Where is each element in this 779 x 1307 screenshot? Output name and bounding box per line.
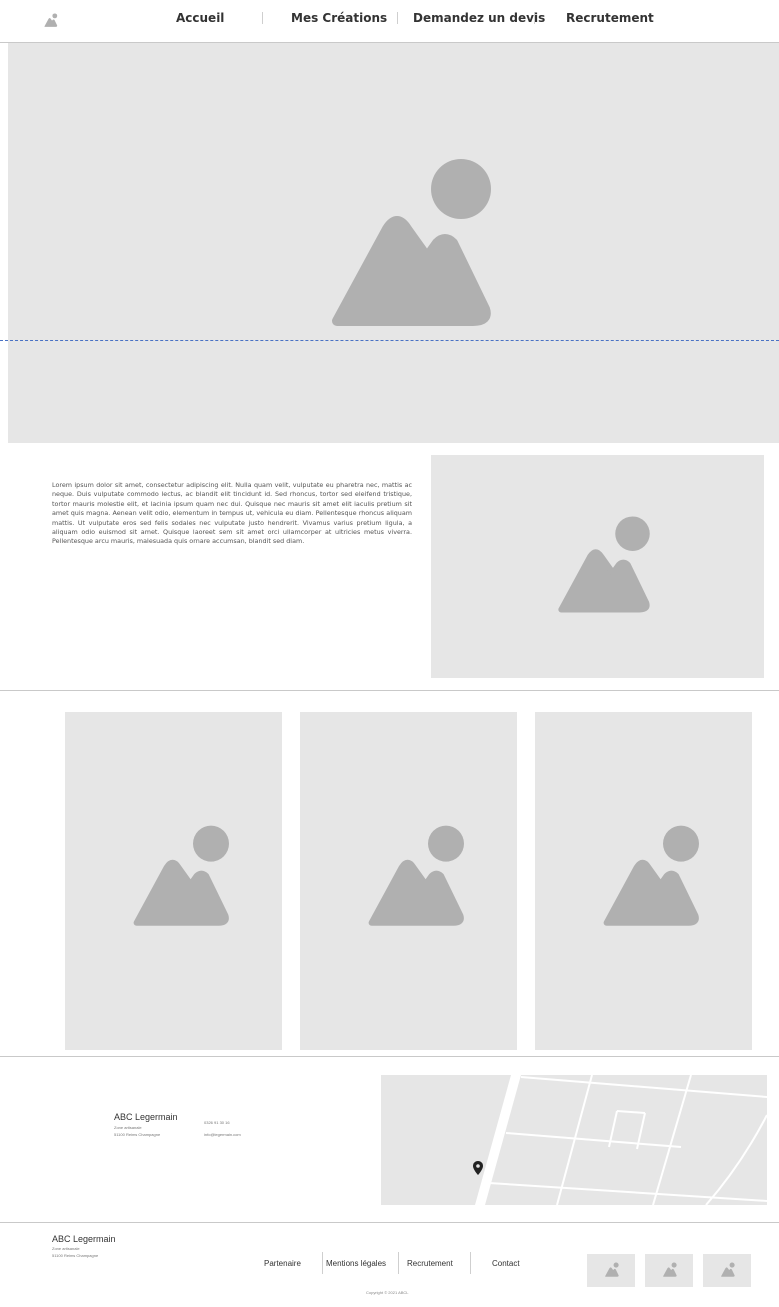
footer-link-divider xyxy=(470,1252,471,1274)
hero-image-icon xyxy=(8,43,779,443)
contact-phone[interactable]: 0326 91 30 16 xyxy=(204,1120,230,1126)
nav-divider xyxy=(534,12,535,24)
footer-link-contact[interactable]: Contact xyxy=(492,1259,520,1268)
image-placeholder-icon xyxy=(605,1262,620,1277)
section-divider xyxy=(0,690,779,691)
nav-demandez-un-devis[interactable]: Demandez un devis xyxy=(413,11,545,25)
footer-logo-3[interactable] xyxy=(703,1254,751,1287)
guide-line xyxy=(0,340,779,341)
footer-link-divider xyxy=(398,1252,399,1274)
intro-image-icon xyxy=(431,455,764,678)
hero-image-placeholder xyxy=(8,43,779,443)
nav-mes-creations[interactable]: Mes Créations xyxy=(291,11,387,25)
contact-address-line2: 51100 Reims Champagne xyxy=(114,1132,161,1137)
contact-address-line1: Zone artisanale xyxy=(114,1125,142,1130)
section-divider xyxy=(0,1056,779,1057)
gallery-image-icon xyxy=(65,712,282,1050)
map[interactable] xyxy=(381,1075,767,1205)
intro-image-placeholder xyxy=(431,455,764,678)
image-placeholder-icon xyxy=(663,1262,678,1277)
footer-company-name: ABC Legermain xyxy=(52,1234,116,1244)
site-header: Accueil Mes Créations Demandez un devis … xyxy=(0,0,779,42)
section-divider xyxy=(0,1222,779,1223)
contact-email[interactable]: info@legermain.com xyxy=(204,1132,241,1138)
map-pin-icon[interactable] xyxy=(473,1161,483,1175)
intro-text: Lorem ipsum dolor sit amet, consectetur … xyxy=(52,481,412,546)
gallery-card-2[interactable] xyxy=(300,712,517,1050)
footer-link-recrutement[interactable]: Recrutement xyxy=(407,1259,453,1268)
nav-recrutement[interactable]: Recrutement xyxy=(566,11,654,25)
copyright-text: Copyright © 2021 ABCL xyxy=(366,1290,409,1295)
footer-link-partenaire[interactable]: Partenaire xyxy=(264,1259,301,1268)
nav-divider xyxy=(397,12,398,24)
footer-link-divider xyxy=(322,1252,323,1274)
map-roads xyxy=(475,1075,767,1205)
nav-divider xyxy=(262,12,263,24)
gallery-image-icon xyxy=(300,712,517,1050)
gallery-card-1[interactable] xyxy=(65,712,282,1050)
footer-address-line2: 51100 Reims Champagne xyxy=(52,1253,99,1258)
gallery-card-3[interactable] xyxy=(535,712,752,1050)
footer-logo-2[interactable] xyxy=(645,1254,693,1287)
footer-logo-1[interactable] xyxy=(587,1254,635,1287)
logo-icon[interactable] xyxy=(40,13,60,29)
image-placeholder-icon xyxy=(721,1262,736,1277)
nav-accueil[interactable]: Accueil xyxy=(176,11,224,25)
footer-link-mentions-legales[interactable]: Mentions légales xyxy=(326,1259,386,1268)
footer-address-line1: Zone artisanale xyxy=(52,1246,80,1251)
contact-company-name: ABC Legermain xyxy=(114,1112,178,1122)
gallery-image-icon xyxy=(535,712,752,1050)
